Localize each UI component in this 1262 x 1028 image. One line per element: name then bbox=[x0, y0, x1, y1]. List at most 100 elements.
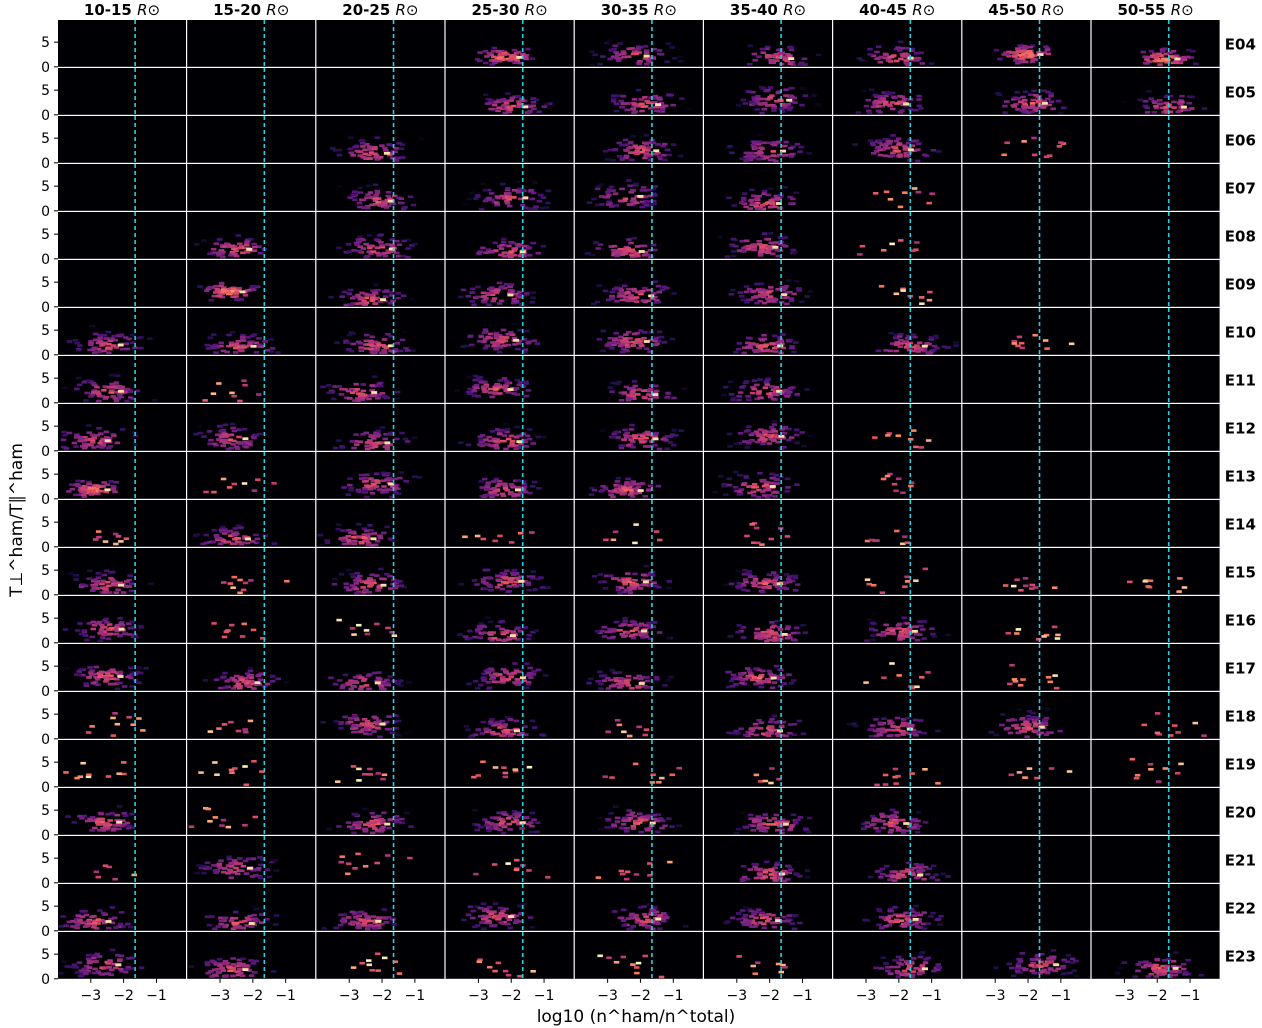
histogram-bin bbox=[513, 387, 520, 390]
histogram-bin bbox=[236, 435, 242, 439]
histogram-bin bbox=[526, 634, 532, 637]
histogram-bin bbox=[630, 636, 637, 640]
histogram-bin bbox=[911, 429, 917, 432]
histogram-bin bbox=[756, 391, 762, 394]
histogram-bin bbox=[800, 87, 806, 90]
histogram-bin bbox=[736, 398, 742, 402]
histogram-bin bbox=[508, 283, 515, 286]
histogram-bin bbox=[793, 191, 799, 195]
histogram-bin bbox=[201, 435, 207, 438]
histogram-bin bbox=[626, 330, 632, 334]
histogram-bin bbox=[658, 53, 665, 56]
panel-E12-1 bbox=[187, 404, 316, 451]
histogram-bin bbox=[249, 284, 256, 288]
histogram-bin bbox=[356, 249, 362, 253]
histogram-bin bbox=[619, 187, 625, 191]
histogram-bin bbox=[103, 430, 110, 434]
histogram-bin bbox=[202, 399, 208, 402]
histogram-bin bbox=[760, 590, 766, 594]
panel-E08-5 bbox=[704, 212, 832, 259]
histogram-bin bbox=[211, 529, 217, 532]
histogram-bin bbox=[108, 480, 115, 483]
histogram-bin bbox=[351, 446, 357, 450]
histogram-bin bbox=[768, 60, 774, 64]
histogram-bin bbox=[400, 156, 406, 159]
histogram-bin bbox=[634, 149, 640, 153]
histogram-bin bbox=[394, 397, 400, 400]
histogram-bin bbox=[916, 104, 923, 108]
histogram-bin bbox=[233, 292, 239, 295]
histogram-bin bbox=[741, 198, 747, 202]
histogram-bin bbox=[664, 396, 670, 399]
histogram-bin bbox=[237, 578, 243, 582]
histogram-bin bbox=[807, 290, 814, 293]
histogram-bin bbox=[641, 254, 648, 257]
histogram-bin bbox=[919, 302, 925, 305]
histogram-bin bbox=[359, 291, 365, 295]
histogram-bin bbox=[870, 143, 876, 147]
histogram-bin bbox=[228, 446, 235, 450]
histogram-bin bbox=[248, 676, 254, 680]
histogram-bin bbox=[772, 143, 778, 147]
panel-E16-2 bbox=[316, 596, 445, 643]
histogram-bin bbox=[623, 154, 630, 158]
histogram-bin bbox=[505, 92, 511, 95]
histogram-bin bbox=[1028, 587, 1035, 590]
histogram-bin bbox=[615, 588, 622, 592]
histogram-bin bbox=[211, 346, 217, 350]
histogram-bin bbox=[81, 381, 87, 384]
histogram-bin bbox=[229, 330, 236, 334]
histogram-bin bbox=[92, 332, 99, 336]
histogram-bin bbox=[237, 242, 243, 246]
histogram-bin bbox=[604, 630, 610, 634]
panel-background bbox=[187, 356, 316, 403]
histogram-bin bbox=[743, 239, 750, 243]
histogram-peak-bin bbox=[104, 488, 111, 492]
histogram-bin bbox=[207, 336, 214, 340]
histogram-bin bbox=[920, 628, 926, 631]
histogram-bin bbox=[1140, 50, 1146, 54]
histogram-bin bbox=[495, 50, 502, 53]
histogram-bin bbox=[744, 300, 750, 304]
histogram-peak-bin bbox=[117, 389, 124, 393]
histogram-bin bbox=[632, 572, 638, 576]
histogram-bin bbox=[625, 684, 632, 687]
histogram-bin bbox=[918, 107, 924, 110]
histogram-bin bbox=[529, 576, 536, 580]
panel-E17-0 bbox=[58, 644, 186, 691]
histogram-bin bbox=[356, 579, 363, 583]
histogram-bin bbox=[507, 108, 514, 111]
histogram-bin bbox=[904, 580, 911, 583]
histogram-bin bbox=[481, 300, 488, 304]
histogram-bin bbox=[624, 631, 631, 634]
histogram-bin bbox=[71, 441, 78, 445]
histogram-bin bbox=[489, 395, 495, 399]
panel-background bbox=[833, 500, 962, 547]
histogram-bin bbox=[630, 189, 636, 192]
histogram-bin bbox=[746, 442, 752, 445]
histogram-bin bbox=[358, 394, 364, 397]
histogram-bin bbox=[627, 141, 634, 145]
histogram-bin bbox=[484, 344, 491, 348]
histogram-bin bbox=[401, 294, 407, 298]
histogram-bin bbox=[616, 484, 622, 487]
panel-background bbox=[187, 20, 316, 67]
panel-E10-8 bbox=[1091, 308, 1220, 355]
histogram-bin bbox=[514, 378, 521, 382]
histogram-bin bbox=[480, 580, 487, 584]
histogram-bin bbox=[241, 622, 247, 626]
histogram-bin bbox=[627, 184, 633, 188]
histogram-bin bbox=[898, 239, 904, 242]
panel-background bbox=[574, 68, 703, 115]
histogram-bin bbox=[478, 381, 485, 384]
histogram-bin bbox=[641, 244, 648, 248]
histogram-bin bbox=[664, 60, 670, 63]
histogram-bin bbox=[796, 287, 802, 290]
histogram-bin bbox=[736, 249, 743, 253]
panel-E13-8 bbox=[1091, 452, 1220, 499]
histogram-bin bbox=[902, 585, 908, 588]
histogram-bin bbox=[102, 591, 108, 594]
histogram-bin bbox=[645, 149, 651, 152]
histogram-bin bbox=[652, 433, 659, 436]
histogram-bin bbox=[771, 420, 778, 423]
